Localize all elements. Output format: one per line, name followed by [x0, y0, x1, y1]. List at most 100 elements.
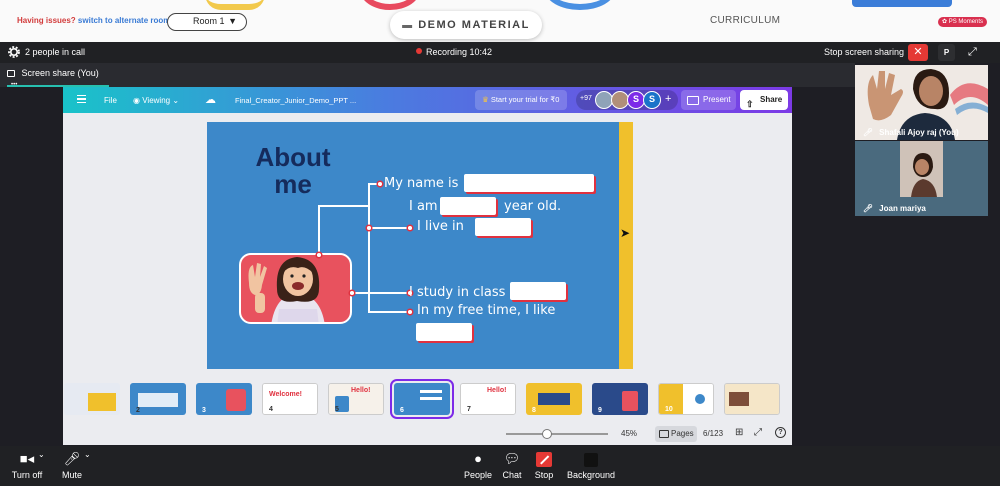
thumb-text: Hello!	[487, 387, 507, 394]
chevron-down-icon[interactable]: ⌄	[38, 450, 45, 459]
share-button[interactable]: ⇧ Share	[740, 90, 788, 110]
viewing-label: Viewing	[142, 96, 171, 105]
recording-status: Recording 10:42	[416, 47, 492, 57]
thumbnail[interactable]: Welcome! 4	[262, 383, 318, 415]
thumbnail[interactable]	[64, 383, 120, 415]
people-button[interactable]: ● People	[462, 450, 494, 480]
share-label: Share	[760, 95, 783, 104]
microphone-icon[interactable]: 🎤︎	[863, 128, 873, 137]
decor-shape	[545, 0, 615, 10]
thumbnail[interactable]: 2	[130, 383, 186, 415]
decor-shape	[205, 0, 265, 10]
page-number: 8	[532, 407, 536, 414]
stop-sharing-button[interactable]: ✕	[908, 44, 928, 61]
thumb-block	[226, 389, 246, 411]
thumbnail[interactable]: Hello! 5	[328, 383, 384, 415]
page-number: 4	[269, 406, 273, 413]
page-number: 3	[202, 407, 206, 414]
screen-icon	[7, 70, 15, 77]
mute-label: Mute	[61, 470, 82, 480]
pages-button[interactable]: Pages	[655, 426, 697, 442]
age-prompt: I am	[409, 199, 438, 214]
thumbnail[interactable]: 10	[658, 383, 714, 415]
age-suffix: year old.	[504, 199, 562, 214]
class-answer-box[interactable]	[510, 282, 566, 300]
cloud-icon[interactable]: ☁	[205, 93, 216, 106]
thumbnail[interactable]: 9	[592, 383, 648, 415]
avatar: S	[643, 91, 661, 109]
page-number: 7	[467, 406, 471, 413]
live-prompt: I live in	[417, 219, 464, 234]
fullscreen-icon[interactable]: ⤢	[754, 427, 762, 438]
participant-name: Joan mariya	[879, 204, 926, 213]
chat-button[interactable]: 💬︎ Chat	[500, 450, 524, 480]
microphone-icon[interactable]: 🎤︎	[863, 204, 873, 213]
call-controls: ■◂ Turn off ⌄ 🎤︎ Mute ⌄ ● People 💬︎ Chat…	[0, 446, 1000, 486]
file-name[interactable]: Final_Creator_Junior_Demo_PPT ...	[235, 96, 356, 105]
thumb-block	[420, 397, 442, 400]
page-number: 5	[335, 406, 339, 413]
help-icon[interactable]: ?	[775, 427, 786, 438]
mute-button[interactable]: 🎤︎ Mute	[60, 450, 84, 480]
people-label: People	[463, 470, 493, 480]
demo-label: DEMO MATERIAL	[418, 19, 530, 31]
stop-share-button[interactable]: Stop	[532, 450, 556, 480]
present-button[interactable]: Present	[681, 90, 736, 110]
participant-tile[interactable]: 🎤︎ Shafali Ajoy raj (You)	[855, 65, 988, 140]
switch-room-link[interactable]: switch to alternate room	[78, 16, 170, 25]
trial-button[interactable]: ♛ Start your trial for ₹0	[475, 90, 567, 110]
thumb-block	[695, 394, 705, 404]
zoom-slider-knob[interactable]	[542, 429, 553, 439]
close-icon: ✕	[913, 46, 923, 58]
free-time-answer-box[interactable]	[416, 323, 472, 341]
stop-sharing-label: Stop screen sharing	[824, 47, 905, 57]
trial-label: Start your trial for ₹0	[490, 95, 560, 104]
add-collaborator-icon[interactable]: +	[665, 93, 671, 105]
thumb-block	[538, 393, 570, 405]
room-value: Room 1	[193, 16, 225, 26]
participant-tile[interactable]: 🎤︎ Joan mariya	[855, 141, 988, 216]
camera-label: Turn off	[11, 470, 43, 480]
thumbnail[interactable]: 8	[526, 383, 582, 415]
menu-icon[interactable]	[77, 95, 86, 103]
record-dot-icon	[416, 48, 422, 54]
background-button[interactable]: Background	[566, 450, 616, 480]
record-icon: ✿	[942, 19, 948, 25]
viewing-menu[interactable]: ◉ Viewing ⌄	[133, 96, 179, 105]
tab-strip: Screen share (You) •••	[0, 63, 855, 88]
thumbnail[interactable]	[724, 383, 780, 415]
live-answer-box[interactable]	[475, 218, 531, 236]
call-header: 2 people in call Recording 10:42 Stop sc…	[0, 42, 1000, 63]
stop-share-icon	[532, 450, 556, 468]
collaborators[interactable]: +97 S S +	[576, 90, 678, 110]
grid-view-icon[interactable]: ⊞	[735, 427, 743, 438]
more-icon[interactable]: •••	[11, 82, 17, 88]
tab-screen-share[interactable]: Screen share (You) •••	[7, 68, 109, 88]
background-icon	[566, 450, 616, 467]
thumbnail[interactable]: Hello! 7	[460, 383, 516, 415]
zoom-slider[interactable]	[506, 429, 608, 439]
thumbnail[interactable]: 3	[196, 383, 252, 415]
age-answer-box[interactable]	[440, 197, 496, 215]
caret-down-icon: ▼	[228, 16, 237, 26]
folder-icon: ▬	[402, 20, 414, 31]
zoom-percent: 45%	[621, 429, 638, 438]
profile-button[interactable]: P	[938, 44, 955, 61]
room-select[interactable]: Room 1 ▼	[167, 13, 247, 31]
thumbnail-selected[interactable]: 6	[390, 379, 454, 419]
chevron-down-icon: ⌄	[172, 96, 180, 105]
decor-shape	[360, 0, 420, 10]
slide-canvas[interactable]: About me My name is I am year old. I liv…	[207, 122, 633, 369]
meeting-window: Having issues? switch to alternate room …	[0, 0, 1000, 486]
ps-moments-badge[interactable]: ✿ PS Moments	[938, 17, 988, 27]
chat-label: Chat	[502, 470, 522, 480]
name-answer-box[interactable]	[464, 174, 594, 192]
free-time-prompt: In my free time, I like	[417, 303, 556, 318]
decor-shape	[852, 0, 952, 7]
chevron-down-icon[interactable]: ⌄	[84, 450, 91, 459]
file-menu[interactable]: File	[104, 96, 117, 105]
expand-icon[interactable]: ⤢	[968, 46, 977, 59]
demo-material-button[interactable]: ▬ DEMO MATERIAL	[390, 11, 542, 39]
curriculum-link[interactable]: CURRICULUM	[710, 15, 780, 26]
gear-icon[interactable]	[8, 46, 20, 58]
